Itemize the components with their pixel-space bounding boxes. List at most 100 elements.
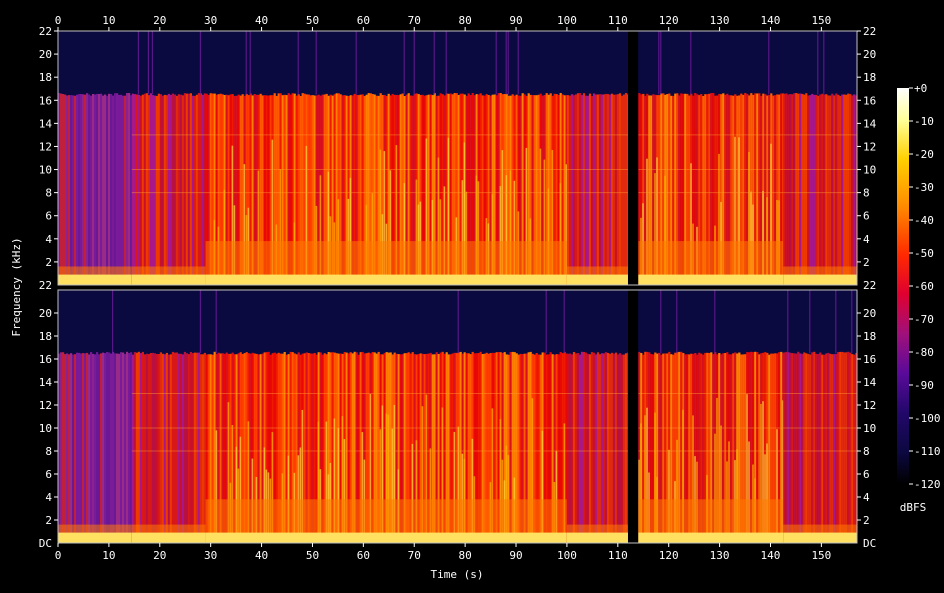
spectrogram-column [197, 352, 200, 543]
spectrogram-column [843, 352, 846, 543]
spectrogram-column [624, 353, 628, 543]
colorbar-tick-label: -20 [914, 148, 934, 161]
spectrogram-column [568, 353, 572, 543]
spectrogram-column [131, 354, 134, 543]
spectrogram-column [112, 95, 115, 285]
transient-line [137, 31, 139, 95]
spectrogram-column [197, 93, 200, 285]
y-tick-label: 10 [39, 422, 52, 435]
spectrogram-column [596, 352, 600, 543]
spectrogram-column [578, 354, 582, 543]
spectrogram-column [84, 94, 87, 285]
spectrogram-column [578, 93, 582, 285]
transient-line [249, 31, 251, 95]
dc-band-energy [783, 532, 858, 543]
spectrogram-column [62, 94, 65, 285]
spectrogram-column [96, 93, 99, 286]
spectrogram-column [179, 94, 182, 285]
colorbar-tick-label: -100 [914, 412, 941, 425]
spectrogram-column [72, 354, 75, 543]
spectrogram-column [612, 353, 616, 543]
y-tick-label: 16 [863, 353, 876, 366]
spectrogram-column [149, 93, 152, 285]
spectrogram-column [78, 94, 81, 285]
spectrogram-column [817, 95, 820, 285]
spectrogram-column [793, 93, 796, 285]
spectrogram-column [811, 352, 814, 543]
spectrogram-column [139, 353, 142, 543]
spectrogram-column [108, 93, 111, 285]
x-tick-label: 10 [102, 549, 115, 562]
y-tick-label: 6 [863, 210, 870, 223]
spectrogram-column [80, 94, 83, 285]
colorbar-tick-label: -80 [914, 346, 934, 359]
spectrogram-column [608, 94, 612, 285]
spectrogram-column [610, 352, 614, 543]
spectrogram-column [177, 353, 180, 543]
spectrogram-column [841, 351, 844, 543]
spectrogram-column [86, 352, 89, 543]
spectrogram-column [68, 95, 71, 285]
spectrogram-column [582, 93, 586, 285]
spectrogram-column [179, 353, 182, 543]
y-tick-label: 22 [39, 25, 52, 38]
spectrogram-column [600, 94, 604, 285]
x-tick-label: 60 [357, 14, 370, 27]
x-tick-label: 90 [509, 14, 522, 27]
dc-band-energy [205, 274, 567, 285]
transient-line [505, 31, 507, 95]
spectrogram-column [153, 353, 156, 543]
spectrogram-column [122, 95, 125, 285]
x-tick-label: 150 [811, 549, 831, 562]
spectrogram-column [598, 354, 602, 543]
spectrogram-column [124, 354, 127, 543]
spectrogram-column [833, 354, 836, 543]
transient-line [809, 290, 811, 354]
spectrogram-column [183, 93, 186, 285]
spectrogram-column [72, 95, 75, 286]
spectrogram-column [159, 94, 162, 285]
spectrogram-column [813, 351, 816, 543]
spectrogram-column [92, 94, 95, 285]
spectrogram-column [568, 95, 572, 285]
spectrogram-column [137, 351, 140, 543]
spectrogram-column [821, 93, 824, 285]
spectrogram-column [76, 352, 79, 543]
spectrogram-column [155, 95, 158, 286]
spectrogram-column [100, 353, 103, 543]
y-tick-label: 14 [39, 376, 53, 389]
transient-line [660, 31, 662, 95]
y-tick-label: 16 [39, 94, 52, 107]
transient-line [660, 290, 662, 354]
spectrogram-panel-1 [57, 30, 858, 286]
spectrogram-panel-2 [57, 289, 858, 544]
x-tick-label: 30 [204, 549, 217, 562]
y-tick-label: 4 [863, 233, 870, 246]
spectrogram-column [819, 352, 822, 543]
spectrogram-column [610, 93, 614, 285]
spectrogram-column [116, 93, 119, 285]
spectrogram-column [618, 353, 622, 543]
dc-band-energy [783, 274, 858, 285]
spectrogram-column [181, 95, 184, 285]
spectrogram-column [110, 353, 113, 543]
spectrogram-column [783, 94, 786, 285]
spectrogram-column [600, 353, 604, 543]
x-tick-label: 120 [659, 549, 679, 562]
spectrogram-column [74, 354, 77, 543]
transient-line [714, 290, 716, 354]
spectrogram-column [173, 352, 176, 543]
spectrogram-column [570, 354, 574, 543]
spectrogram-column [92, 353, 95, 543]
colorbar-unit: dBFS [900, 501, 927, 514]
spectrogram-column [590, 96, 594, 285]
spectrogram-column [829, 95, 832, 285]
spectrogram-column [80, 353, 83, 543]
spectrogram-column [96, 352, 99, 543]
transient-line [787, 290, 789, 354]
spectrogram-column [576, 93, 580, 285]
spectrogram-column [157, 93, 160, 285]
colorbar-tick-label: -60 [914, 280, 934, 293]
spectrogram-column [78, 352, 81, 543]
x-tick-label: 50 [306, 549, 319, 562]
